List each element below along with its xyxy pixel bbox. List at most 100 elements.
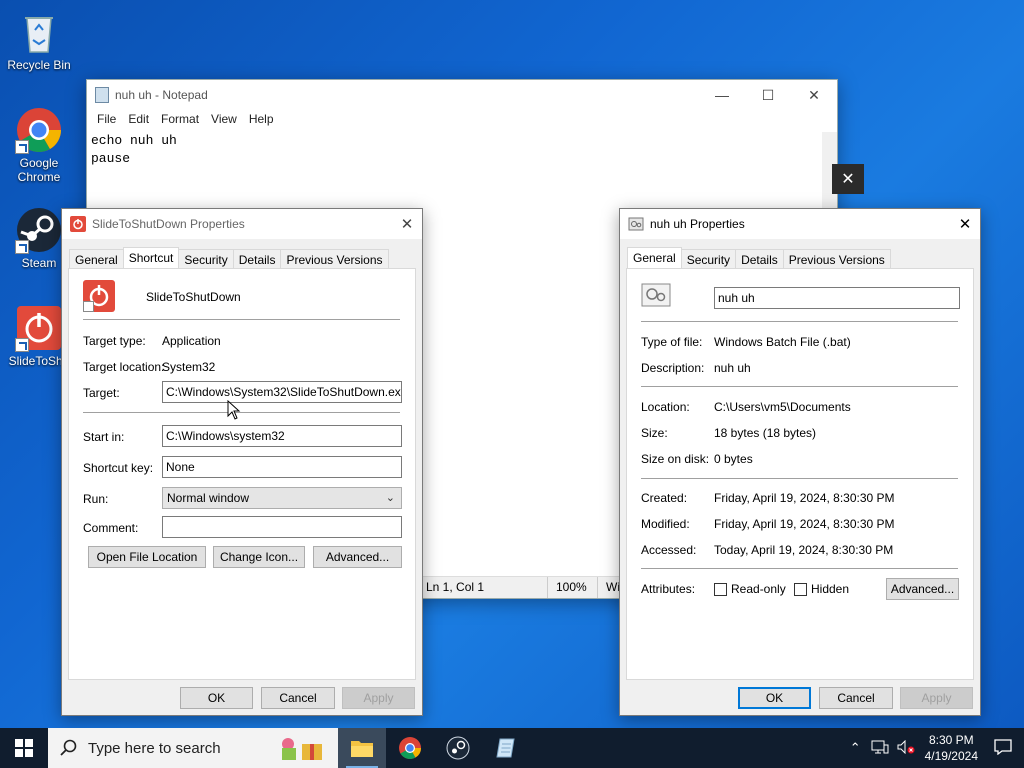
taskbar-notepad[interactable] [482,728,530,768]
type-of-file-label: Type of file: [641,335,703,349]
clock-date: 4/19/2024 [924,749,978,763]
volume-muted-icon[interactable] [893,739,919,757]
power-icon [15,304,63,352]
close-icon[interactable]: ✕ [392,209,422,239]
size-value: 18 bytes (18 bytes) [714,426,817,440]
notepad-title: nuh uh - Notepad [115,88,208,102]
notification-icon[interactable] [988,738,1024,758]
dialog-title: SlideToShutDown Properties [92,217,245,231]
advanced-button[interactable]: Advanced... [886,578,959,600]
shortcut-key-field[interactable]: None [162,456,402,478]
minimize-icon[interactable]: — [699,80,745,110]
run-selected-value: Normal window [167,491,250,505]
target-field[interactable]: C:\Windows\System32\SlideToShutDown.exe [162,381,402,403]
taskbar: Type here to search ⌃ 8:30 PM 4/19/2024 [0,728,1024,768]
accessed-label: Accessed: [641,543,697,557]
ok-button[interactable]: OK [180,687,253,709]
shortcut-key-label: Shortcut key: [83,461,154,475]
search-placeholder: Type here to search [88,739,221,757]
modified-value: Friday, April 19, 2024, 8:30:30 PM [714,517,895,531]
divider [641,478,958,479]
taskbar-file-explorer[interactable] [338,728,386,768]
attributes-label: Attributes: [641,582,696,596]
status-position: Ln 1, Col 1 [417,577,547,598]
target-location-value: System32 [162,360,216,374]
menu-view[interactable]: View [205,110,243,130]
cancel-button[interactable]: Cancel [819,687,893,709]
start-button[interactable] [0,728,48,768]
close-icon[interactable]: ✕ [791,80,837,110]
checkbox-box [714,582,727,596]
clock-time: 8:30 PM [928,733,974,747]
network-icon[interactable] [867,740,893,757]
size-on-disk-label: Size on disk: [641,452,710,466]
menu-help[interactable]: Help [243,110,280,130]
run-dropdown[interactable]: Normal window ⌄ [162,487,402,509]
hidden-label: Hidden [811,582,850,596]
readonly-label: Read-only [731,582,786,596]
change-icon-button[interactable]: Change Icon... [213,546,305,568]
apply-button[interactable]: Apply [342,687,415,709]
dialog-titlebar[interactable]: nuh uh Properties ✕ [620,209,980,239]
desktop-icon-label: Recycle Bin [7,58,71,72]
system-tray: ⌃ 8:30 PM 4/19/2024 [844,728,1024,768]
notepad-titlebar[interactable]: nuh uh - Notepad — ☐ ✕ [87,80,837,110]
ok-button[interactable]: OK [738,687,811,709]
taskbar-chrome[interactable] [386,728,434,768]
description-label: Description: [641,361,705,375]
windows-logo-icon [15,739,33,757]
shortcut-name: SlideToShutDown [146,290,241,304]
divider [641,568,958,569]
file-name-field[interactable]: nuh uh [714,287,960,309]
search-highlight-icon [276,734,326,762]
power-icon [70,216,86,232]
location-value: C:\Users\vm5\Documents [714,400,851,414]
file-properties-dialog: nuh uh Properties ✕ General Security Det… [619,208,981,716]
start-in-field[interactable]: C:\Windows\system32 [162,425,402,447]
maximize-icon[interactable]: ☐ [745,80,791,110]
shortcut-arrow-icon [15,240,29,254]
desktop-icon-chrome[interactable]: Google Chrome [3,106,75,184]
menu-file[interactable]: File [91,110,122,130]
desktop-icon-recycle-bin[interactable]: Recycle Bin [3,8,75,72]
apply-button[interactable]: Apply [900,687,973,709]
comment-field[interactable] [162,516,402,538]
taskbar-steam[interactable] [434,728,482,768]
shortcut-properties-dialog: SlideToShutDown Properties ✕ General Sho… [61,208,423,716]
steam-icon [446,736,470,760]
shortcut-arrow-icon [15,140,29,154]
menu-format[interactable]: Format [155,110,205,130]
chrome-icon [15,106,63,154]
advanced-button[interactable]: Advanced... [313,546,402,568]
notepad-menubar: File Edit Format View Help [87,110,837,130]
location-label: Location: [641,400,690,414]
chevron-up-icon[interactable]: ⌃ [844,740,867,756]
open-file-location-button[interactable]: Open File Location [88,546,206,568]
chevron-down-icon: ⌄ [385,492,395,504]
notepad-icon [496,738,515,758]
mouse-cursor-icon [227,399,241,420]
background-window-close-icon[interactable]: ✕ [832,164,864,194]
run-label: Run: [83,492,109,506]
folder-icon [351,741,373,757]
readonly-checkbox[interactable]: Read-only [714,582,786,596]
hidden-checkbox[interactable]: Hidden [794,582,849,596]
start-in-label: Start in: [83,430,125,444]
created-value: Friday, April 19, 2024, 8:30:30 PM [714,491,895,505]
size-label: Size: [641,426,668,440]
accessed-value: Today, April 19, 2024, 8:30:30 PM [714,543,894,557]
recycle-bin-icon [15,8,63,56]
comment-label: Comment: [83,521,139,535]
taskbar-clock[interactable]: 8:30 PM 4/19/2024 [925,732,978,764]
close-icon[interactable]: ✕ [950,209,980,239]
description-value: nuh uh [714,361,751,375]
notepad-icon [95,87,109,103]
search-icon [60,739,77,756]
power-icon [83,280,115,312]
dialog-titlebar[interactable]: SlideToShutDown Properties ✕ [62,209,422,239]
cancel-button[interactable]: Cancel [261,687,335,709]
taskbar-search-box[interactable]: Type here to search [48,728,338,768]
menu-edit[interactable]: Edit [122,110,155,130]
chrome-icon [399,737,421,759]
batch-file-icon [628,216,644,232]
